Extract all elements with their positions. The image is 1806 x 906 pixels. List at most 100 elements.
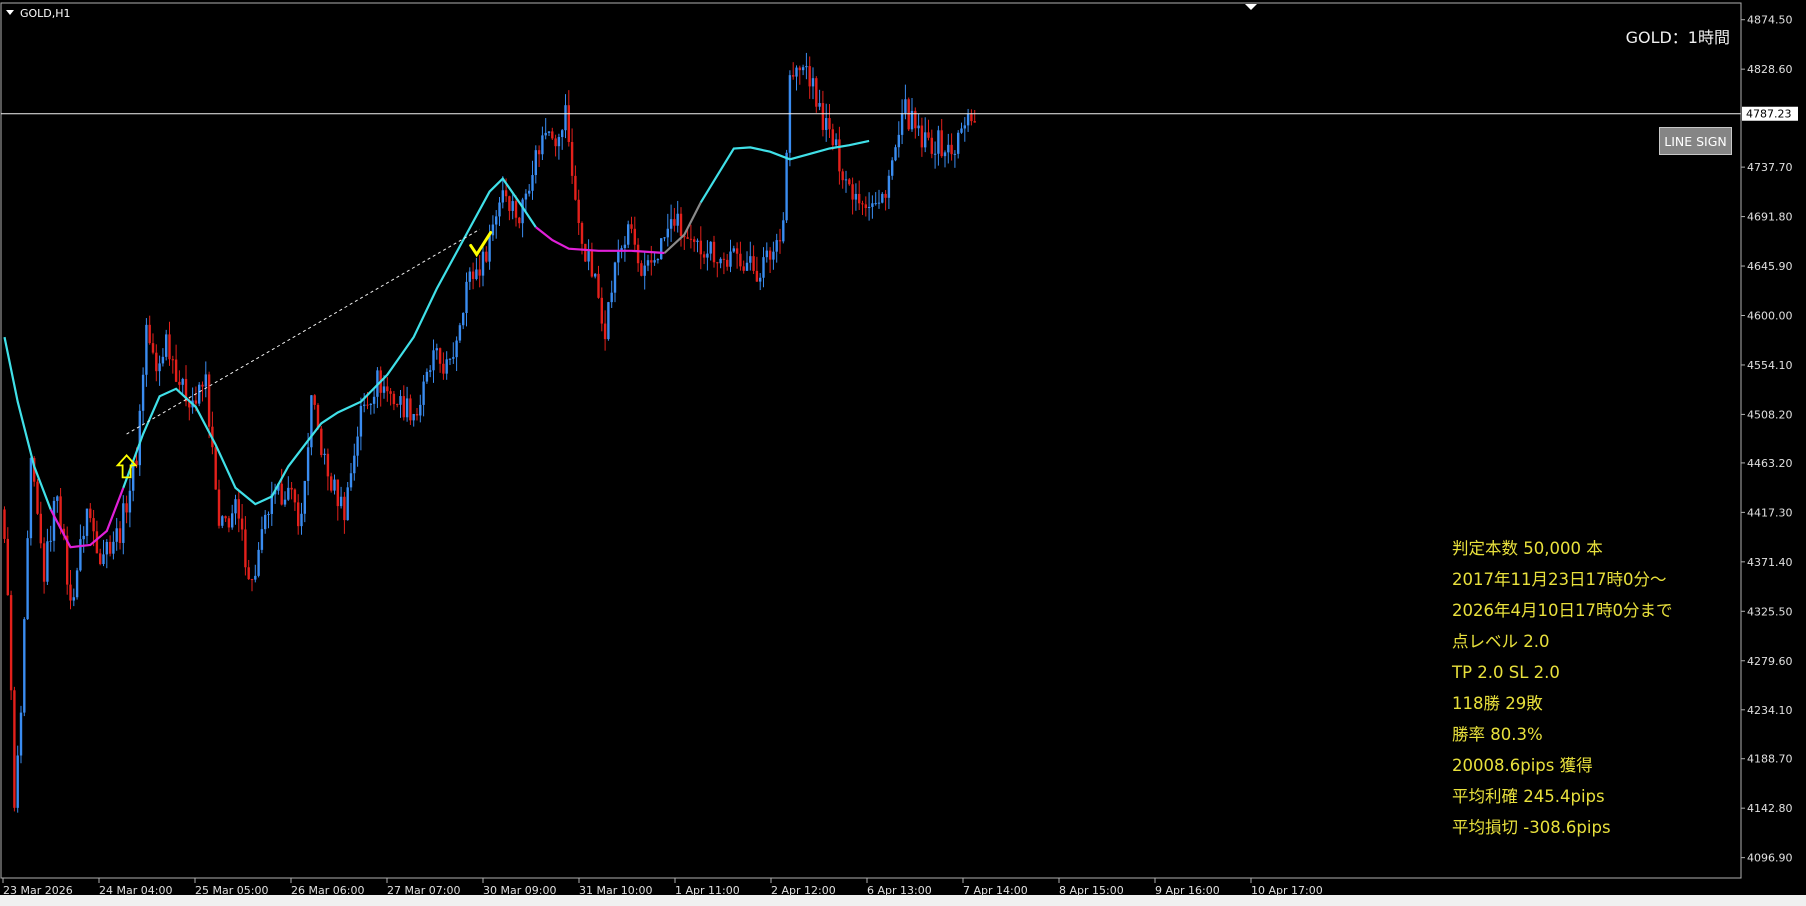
- candle: [851, 177, 854, 215]
- chart-shift-marker-icon[interactable]: [1245, 4, 1257, 10]
- candle: [792, 62, 795, 80]
- candle: [204, 361, 207, 398]
- candle: [877, 189, 881, 209]
- candle: [702, 251, 706, 265]
- price-axis[interactable]: 4874.50 4828.60 4787.23 4737.70 4691.80 4645.…: [1740, 3, 1798, 878]
- candle: [39, 501, 42, 549]
- candle: [547, 131, 551, 137]
- candle: [950, 133, 953, 161]
- candle: [198, 382, 201, 407]
- candle: [881, 192, 884, 204]
- candle: [214, 444, 217, 490]
- candle: [293, 488, 297, 511]
- candle: [422, 374, 425, 417]
- candle: [973, 109, 976, 123]
- candle: [521, 197, 524, 238]
- current-price-label: 4787.23: [1746, 108, 1792, 121]
- candle: [765, 242, 768, 263]
- time-tick-label: 1 Apr 11:00: [675, 884, 740, 897]
- candle: [795, 65, 798, 91]
- candle: [125, 495, 128, 524]
- candle: [372, 387, 376, 414]
- candle: [584, 243, 587, 263]
- price-tick-label: 4874.50: [1747, 14, 1793, 27]
- candle: [36, 478, 39, 515]
- candle: [745, 251, 749, 271]
- symbol-timeframe-label: GOLD,H1: [20, 7, 71, 20]
- candle: [9, 590, 13, 700]
- candle: [927, 119, 930, 141]
- candle: [518, 216, 521, 229]
- candle: [396, 403, 399, 408]
- candle: [475, 257, 478, 281]
- candle: [788, 70, 792, 167]
- candle: [617, 239, 620, 276]
- candle: [155, 344, 158, 382]
- candle: [775, 233, 778, 263]
- candle: [749, 241, 752, 271]
- candle: [759, 273, 762, 291]
- candle: [224, 515, 227, 522]
- candle: [511, 194, 514, 220]
- candle: [462, 312, 465, 330]
- backtest-stats-panel: 判定本数 50,000 本 2017年11月23日17時0分～ 2026年4月10日…: [1452, 533, 1672, 843]
- price-tick-label: 4691.80: [1747, 211, 1793, 224]
- candle: [445, 351, 448, 380]
- chart-title: GOLD：1時間: [1625, 28, 1730, 47]
- candle: [656, 258, 660, 264]
- candle: [66, 526, 69, 595]
- time-tick-label: 10 Apr 17:00: [1251, 884, 1323, 897]
- candle: [811, 67, 815, 100]
- candle: [613, 261, 617, 303]
- candle: [481, 246, 485, 287]
- candle: [405, 386, 409, 422]
- candle: [960, 122, 963, 134]
- time-axis[interactable]: 23 Mar 2026 24 Mar 04:00 25 Mar 05:00 26 Ma…: [1, 877, 1741, 897]
- candle: [732, 245, 735, 253]
- candle: [900, 99, 904, 145]
- candle: [56, 495, 59, 513]
- price-tick-label: 4463.20: [1747, 457, 1793, 470]
- candle: [270, 481, 273, 526]
- candle: [438, 347, 442, 373]
- candle: [386, 377, 389, 402]
- candle: [145, 318, 148, 387]
- candle: [389, 388, 392, 406]
- candle: [356, 426, 359, 467]
- candle: [884, 190, 887, 211]
- candle: [221, 515, 224, 529]
- window-menu-icon[interactable]: [6, 10, 14, 15]
- candle: [623, 236, 627, 262]
- candle: [627, 220, 630, 249]
- candle: [201, 381, 204, 402]
- candle: [435, 343, 438, 360]
- candle: [264, 510, 267, 534]
- price-tick-label: 4142.80: [1747, 802, 1793, 815]
- candle: [148, 315, 151, 345]
- candle: [650, 245, 653, 276]
- time-tick-label: 26 Mar 06:00: [291, 884, 364, 897]
- candle: [376, 367, 379, 409]
- candle: [897, 121, 900, 158]
- candle: [541, 126, 544, 161]
- candle: [82, 526, 85, 553]
- price-tick-label: 4279.60: [1747, 655, 1793, 668]
- price-tick-label: 4371.40: [1747, 556, 1793, 569]
- candle: [699, 226, 702, 270]
- candle: [244, 516, 247, 576]
- candle: [726, 254, 729, 271]
- candle: [85, 508, 89, 544]
- price-tick-label: 4554.10: [1747, 359, 1793, 372]
- check-mark-icon: [469, 230, 493, 258]
- candle: [207, 371, 211, 439]
- candle: [597, 265, 600, 299]
- candle: [570, 128, 574, 184]
- candle: [640, 260, 643, 277]
- candle: [349, 462, 353, 491]
- candle: [557, 133, 561, 160]
- candle: [917, 113, 920, 136]
- price-tick-label: 4645.90: [1747, 260, 1793, 273]
- time-tick-label: 24 Mar 04:00: [99, 884, 172, 897]
- candle: [603, 310, 607, 351]
- line-sign-button[interactable]: LINE SIGN: [1659, 127, 1732, 155]
